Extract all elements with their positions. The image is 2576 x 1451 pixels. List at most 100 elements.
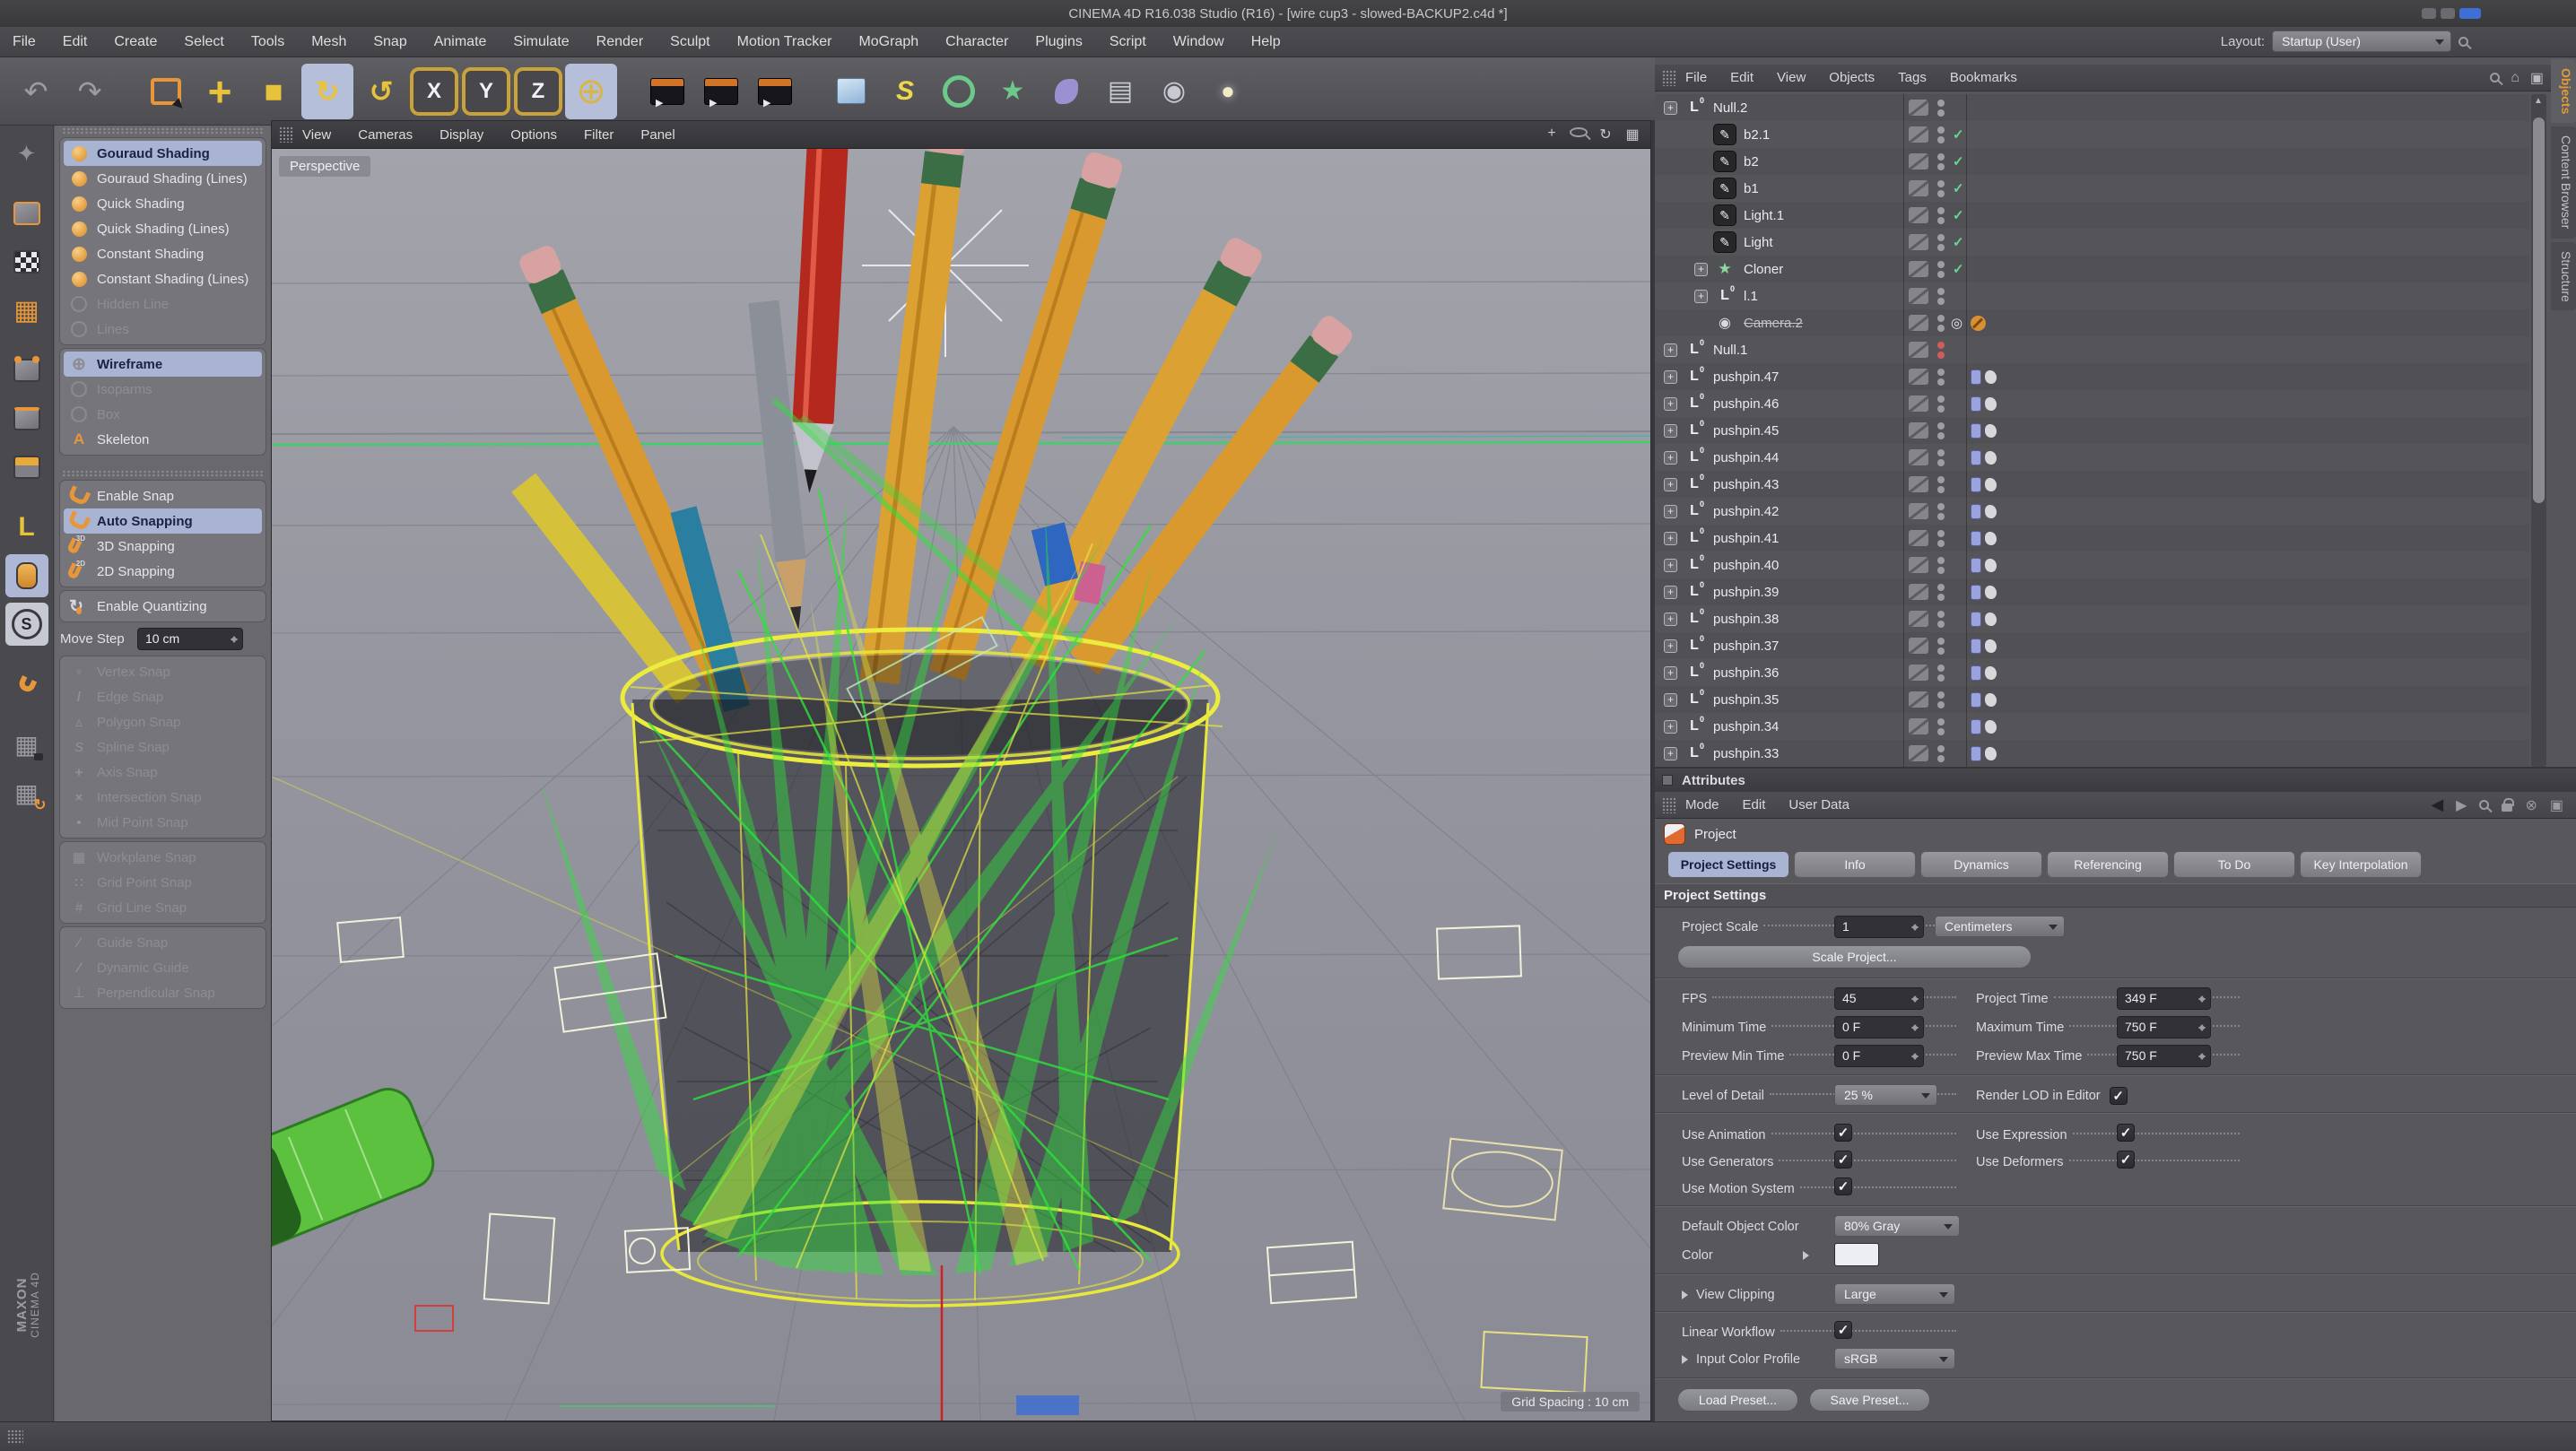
visibility-dots[interactable] xyxy=(1937,475,1945,493)
scrollbar-thumb[interactable] xyxy=(2533,117,2545,503)
layer-chip[interactable] xyxy=(1909,718,1928,734)
menu-item[interactable]: Mesh xyxy=(311,34,346,49)
texture-tag-icon[interactable] xyxy=(1985,585,1997,599)
object-name[interactable]: Light.1 xyxy=(1744,208,1784,223)
side-tab[interactable]: Objects xyxy=(2551,59,2576,124)
add-generator[interactable] xyxy=(933,64,985,119)
object-name[interactable]: l.1 xyxy=(1744,289,1758,304)
viewport-menu-item[interactable]: Cameras xyxy=(358,127,413,143)
expander-icon[interactable] xyxy=(1664,423,1677,438)
visibility-dots[interactable] xyxy=(1937,583,1945,601)
menu-item[interactable]: MoGraph xyxy=(858,34,918,49)
use-generators-checkbox[interactable] xyxy=(1834,1151,1852,1169)
color-swatch[interactable] xyxy=(1834,1243,1879,1266)
object-name[interactable]: pushpin.41 xyxy=(1713,531,1779,546)
shading-option[interactable]: Wireframe xyxy=(64,352,262,377)
object-row[interactable]: pushpin.39 xyxy=(1655,578,2529,605)
phong-tag-icon[interactable] xyxy=(1971,745,1981,761)
expander-icon[interactable] xyxy=(1694,262,1708,276)
edges-mode[interactable] xyxy=(5,397,48,440)
axis-y[interactable]: Y xyxy=(462,66,510,116)
texture-tag-icon[interactable] xyxy=(1985,450,1997,465)
object-name[interactable]: pushpin.43 xyxy=(1713,477,1779,492)
menu-item[interactable]: Script xyxy=(1110,34,1146,49)
shading-option[interactable]: Gouraud Shading (Lines) xyxy=(64,166,262,191)
render-view[interactable] xyxy=(641,64,693,119)
shading-option[interactable]: Quick Shading (Lines) xyxy=(64,216,262,241)
attributes-menu-item[interactable]: User Data xyxy=(1788,797,1849,812)
object-list-scrollbar[interactable]: ▲ xyxy=(2531,94,2546,767)
shading-option[interactable]: Gouraud Shading xyxy=(64,141,262,166)
visibility-dots[interactable] xyxy=(1937,287,1945,305)
add-camera[interactable] xyxy=(1148,64,1200,119)
workplane-lock[interactable] xyxy=(5,723,48,766)
minimize-button[interactable] xyxy=(2422,8,2436,19)
expander-icon[interactable] xyxy=(1664,343,1677,357)
layer-chip[interactable] xyxy=(1909,557,1928,573)
layout-toggle-icon[interactable]: ▦ xyxy=(1623,126,1641,143)
add-mograph[interactable] xyxy=(987,64,1039,119)
phong-tag-icon[interactable] xyxy=(1971,665,1981,681)
render-lod-checkbox[interactable] xyxy=(2109,1086,2128,1105)
shading-option[interactable]: Constant Shading (Lines) xyxy=(64,266,262,291)
visibility-dots[interactable] xyxy=(1937,610,1945,628)
enabled-check-icon[interactable] xyxy=(1953,180,1964,196)
object-name[interactable]: pushpin.35 xyxy=(1713,692,1779,708)
visibility-dots[interactable] xyxy=(1937,341,1945,359)
menu-item[interactable]: Character xyxy=(945,34,1008,49)
phong-tag-icon[interactable] xyxy=(1971,691,1981,708)
object-row[interactable]: pushpin.41 xyxy=(1655,525,2529,552)
object-manager-menu-item[interactable]: Objects xyxy=(1829,70,1875,85)
object-name[interactable]: pushpin.45 xyxy=(1713,423,1779,439)
shading-option[interactable]: Quick Shading xyxy=(64,191,262,216)
level-of-detail-dropdown[interactable]: 25 % xyxy=(1834,1084,1937,1106)
attribute-tab[interactable]: To Do xyxy=(2173,851,2295,878)
attribute-tab[interactable]: Project Settings xyxy=(1667,851,1789,878)
snap-option[interactable]: Guide Snap xyxy=(64,930,262,955)
texture-tag-icon[interactable] xyxy=(1985,423,1997,438)
enabled-check-icon[interactable] xyxy=(1953,126,1964,143)
object-row[interactable]: pushpin.40 xyxy=(1655,552,2529,578)
scroll-up-icon[interactable]: ▲ xyxy=(2534,96,2543,106)
attribute-tab[interactable]: Referencing xyxy=(2047,851,2169,878)
snap-option[interactable]: 2D Snapping xyxy=(64,559,262,584)
object-name[interactable]: pushpin.34 xyxy=(1713,719,1779,734)
snap-option[interactable]: Vertex Snap xyxy=(64,659,262,684)
polygons-mode[interactable] xyxy=(5,446,48,489)
maximum-time-input[interactable]: 750 F xyxy=(2117,1016,2211,1038)
phong-tag-icon[interactable] xyxy=(1971,557,1981,573)
expander-icon[interactable] xyxy=(1664,585,1677,599)
panel-icon[interactable]: ▣ xyxy=(2530,69,2544,87)
use-deformers-checkbox[interactable] xyxy=(2117,1151,2135,1169)
menu-item[interactable]: Snap xyxy=(373,34,406,49)
viewport-menu-item[interactable]: Panel xyxy=(640,127,674,143)
snap-option[interactable]: Mid Point Snap xyxy=(64,810,262,835)
object-row[interactable]: b2.1 xyxy=(1655,121,2529,148)
layer-chip[interactable] xyxy=(1909,745,1928,761)
menu-item[interactable]: Tools xyxy=(251,34,284,49)
close-button[interactable] xyxy=(2459,8,2481,19)
expander-icon[interactable] xyxy=(1664,531,1677,545)
attribute-tab[interactable]: Key Interpolation xyxy=(2300,851,2422,878)
enabled-check-icon[interactable] xyxy=(1953,234,1964,250)
visibility-dots[interactable] xyxy=(1937,368,1945,386)
render-settings[interactable] xyxy=(749,64,801,119)
layer-chip[interactable] xyxy=(1909,584,1928,600)
layer-chip[interactable] xyxy=(1909,449,1928,465)
enabled-check-icon[interactable] xyxy=(1953,261,1964,277)
object-name[interactable]: b2 xyxy=(1744,154,1759,169)
layer-chip[interactable] xyxy=(1909,691,1928,708)
search-icon[interactable] xyxy=(2479,800,2490,810)
phong-tag-icon[interactable] xyxy=(1971,369,1981,385)
texture-tag-icon[interactable] xyxy=(1985,531,1997,545)
viewport-menu-item[interactable]: Display xyxy=(439,127,483,143)
layer-chip[interactable] xyxy=(1909,503,1928,519)
snap-option[interactable]: 3D Snapping xyxy=(64,534,262,559)
linear-workflow-checkbox[interactable] xyxy=(1834,1321,1852,1339)
snap-option[interactable]: Spline Snap xyxy=(64,734,262,760)
object-name[interactable]: pushpin.47 xyxy=(1713,369,1779,385)
phong-tag-icon[interactable] xyxy=(1971,395,1981,412)
viewport-menu-item[interactable]: View xyxy=(302,127,331,143)
visibility-dots[interactable] xyxy=(1937,448,1945,466)
expander-icon[interactable] xyxy=(1664,665,1677,680)
